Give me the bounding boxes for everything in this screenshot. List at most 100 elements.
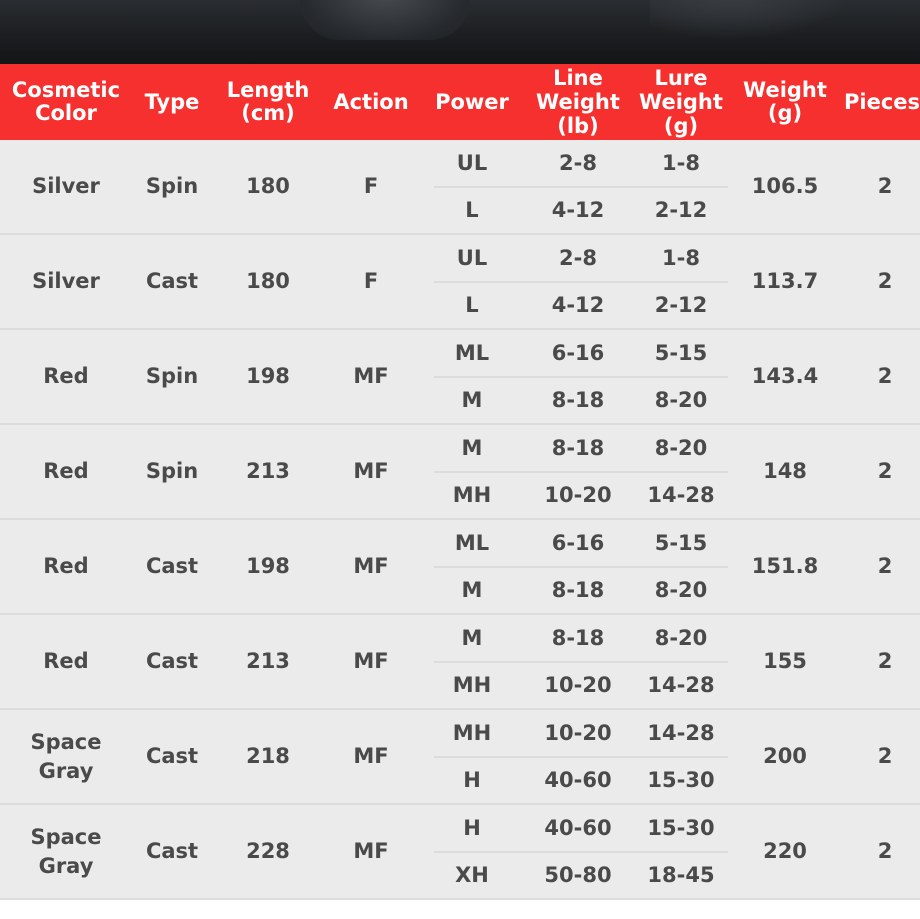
cell-line-weight: 8-18 (551, 388, 605, 412)
cell-type: Spin (145, 364, 199, 388)
cell-cosmetic-color: Space Gray (30, 824, 102, 878)
product-photo-highlight (650, 0, 850, 40)
cell-pieces: 2 (877, 554, 893, 578)
cell-lure-weight: 2-12 (654, 198, 708, 222)
cell-length: 213 (246, 649, 290, 673)
cell-lure-weight: 14-28 (647, 721, 715, 745)
cell-line-weight: 4-12 (551, 198, 605, 222)
cell-length: 198 (246, 554, 290, 578)
table-row: Silver Cast 180 F 113.7 2 UL L 2-8 4-12 1-8 2-12 (0, 235, 920, 330)
cell-power: ML (454, 341, 490, 365)
cell-action: MF (353, 744, 389, 768)
cell-line-weight: 2-8 (559, 151, 597, 175)
cell-power: M (461, 578, 483, 602)
table-row: Space Gray Cast 228 MF 220 2 H XH 40-60 50-80 15-3… (0, 805, 920, 900)
header-type: Type (144, 89, 200, 114)
cell-line-weight: 10-20 (544, 721, 612, 745)
cell-length: 213 (246, 459, 290, 483)
table-row: Silver Spin 180 F 106.5 2 UL L 2-8 4-12 1-8 2-12 (0, 140, 920, 235)
cell-line-weight: 6-16 (551, 341, 605, 365)
cell-power: H (463, 768, 481, 792)
cell-weight: 220 (763, 839, 807, 863)
cell-lure-weight: 15-30 (647, 816, 715, 840)
cell-pieces: 2 (877, 649, 893, 673)
cell-length: 218 (246, 744, 290, 768)
cell-lure-weight: 18-45 (647, 863, 715, 887)
cell-line-weight: 40-60 (544, 816, 612, 840)
cell-action: F (363, 269, 379, 293)
cell-length: 198 (246, 364, 290, 388)
cell-lure-weight: 1-8 (662, 151, 700, 175)
cell-line-weight: 8-18 (551, 436, 605, 460)
product-photo-shape (300, 0, 470, 40)
header-power: Power (435, 89, 509, 114)
cell-type: Cast (145, 744, 199, 768)
cell-type: Cast (145, 839, 199, 863)
header-pieces: Pieces (844, 89, 920, 114)
cell-power: M (461, 626, 483, 650)
table-body: Silver Spin 180 F 106.5 2 UL L 2-8 4-12 1-8 2-12 Sil… (0, 140, 920, 900)
cell-pieces: 2 (877, 364, 893, 388)
sub-row-divider (434, 661, 728, 663)
cell-line-weight: 40-60 (544, 768, 612, 792)
sub-row-divider (434, 851, 728, 853)
cell-power: M (461, 436, 483, 460)
cell-pieces: 2 (877, 744, 893, 768)
header-lure-weight: Lure Weight (g) (639, 66, 723, 138)
cell-action: MF (353, 459, 389, 483)
cell-line-weight: 10-20 (544, 483, 612, 507)
table-row: Red Spin 213 MF 148 2 M MH 8-18 10-20 8-20 14-28 (0, 425, 920, 520)
cell-length: 228 (246, 839, 290, 863)
table-row: Red Spin 198 MF 143.4 2 ML M 6-16 8-18 5-15 8-20 (0, 330, 920, 425)
cell-power: UL (456, 246, 488, 270)
cell-lure-weight: 8-20 (654, 436, 708, 460)
cell-power: H (463, 816, 481, 840)
cell-power: M (461, 388, 483, 412)
cell-power: L (465, 293, 479, 317)
header-line-weight: Line Weight (lb) (536, 66, 620, 138)
cell-line-weight: 6-16 (551, 531, 605, 555)
cell-power: ML (454, 531, 490, 555)
cell-cosmetic-color: Red (43, 649, 89, 673)
table-row: Red Cast 198 MF 151.8 2 ML M 6-16 8-18 5-15 8-20 (0, 520, 920, 615)
cell-type: Cast (145, 554, 199, 578)
cell-line-weight: 4-12 (551, 293, 605, 317)
cell-length: 180 (246, 174, 290, 198)
sub-row-divider (434, 566, 728, 568)
cell-lure-weight: 8-20 (654, 578, 708, 602)
cell-cosmetic-color: Silver (32, 269, 100, 293)
cell-cosmetic-color: Space Gray (30, 729, 102, 783)
cell-action: F (363, 174, 379, 198)
cell-action: MF (353, 839, 389, 863)
cell-lure-weight: 1-8 (662, 246, 700, 270)
cell-type: Cast (145, 269, 199, 293)
cell-cosmetic-color: Red (43, 364, 89, 388)
cell-weight: 148 (763, 459, 807, 483)
cell-lure-weight: 14-28 (647, 673, 715, 697)
cell-type: Spin (145, 459, 199, 483)
cell-action: MF (353, 364, 389, 388)
cell-power: MH (452, 673, 492, 697)
cell-line-weight: 2-8 (559, 246, 597, 270)
cell-weight: 155 (763, 649, 807, 673)
sub-row-divider (434, 186, 728, 188)
cell-power: XH (455, 863, 489, 887)
cell-type: Spin (145, 174, 199, 198)
sub-row-divider (434, 281, 728, 283)
cell-cosmetic-color: Red (43, 554, 89, 578)
header-weight: Weight (g) (743, 78, 827, 125)
cell-lure-weight: 14-28 (647, 483, 715, 507)
cell-power: MH (452, 721, 492, 745)
cell-lure-weight: 8-20 (654, 388, 708, 412)
cell-line-weight: 8-18 (551, 626, 605, 650)
cell-action: MF (353, 649, 389, 673)
cell-lure-weight: 15-30 (647, 768, 715, 792)
cell-type: Cast (145, 649, 199, 673)
cell-pieces: 2 (877, 839, 893, 863)
product-photo-strip (0, 0, 920, 64)
cell-lure-weight: 2-12 (654, 293, 708, 317)
cell-power: L (465, 198, 479, 222)
cell-lure-weight: 8-20 (654, 626, 708, 650)
header-action: Action (333, 89, 409, 114)
cell-weight: 151.8 (751, 554, 819, 578)
